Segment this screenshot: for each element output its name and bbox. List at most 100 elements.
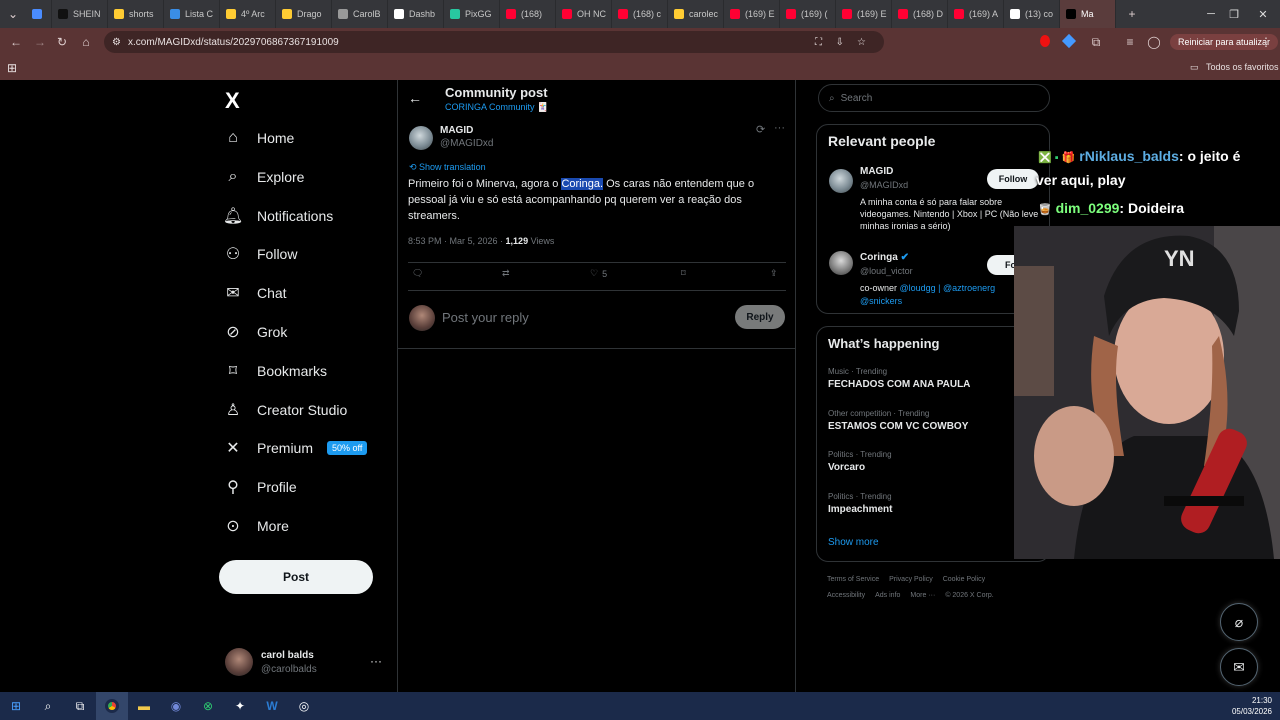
author-avatar[interactable] (409, 126, 433, 150)
reply-action[interactable]: 🗨 (412, 268, 423, 279)
person-handle[interactable]: @loud_victor (860, 266, 913, 276)
nav-item-creator-studio[interactable]: ♙ Creator Studio (223, 395, 347, 425)
browser-tab[interactable]: SHEIN (52, 0, 108, 28)
author-name[interactable]: MAGID (440, 125, 473, 136)
browser-tab[interactable]: shorts (108, 0, 164, 28)
install-icon[interactable]: ⇩ (836, 37, 844, 48)
trend-item[interactable]: Other competition · Trending ESTAMOS COM … (828, 409, 968, 432)
show-translation-link[interactable]: ⟲ Show translation (409, 162, 486, 173)
system-clock[interactable]: 21:30 05/03/2026 (1232, 695, 1272, 717)
nav-item-more[interactable]: ⊙ More (223, 511, 289, 541)
show-more-link[interactable]: Show more (828, 537, 879, 548)
footer-link[interactable]: Accessibility (827, 592, 865, 599)
windows-start-icon[interactable]: ⊞ (0, 692, 32, 720)
footer-link[interactable]: Terms of Service (827, 576, 879, 583)
browser-tab[interactable]: CarolB (332, 0, 388, 28)
browser-tab[interactable]: Drago (276, 0, 332, 28)
profile-icon[interactable]: ◯ (1142, 30, 1166, 54)
account-avatar[interactable] (225, 648, 253, 676)
menu-kebab-icon[interactable]: ⋮ (1254, 30, 1278, 54)
browser-tab[interactable]: (168) (500, 0, 556, 28)
like-action[interactable]: ♡ 5 (590, 268, 607, 279)
follow-button[interactable]: Follow (987, 169, 1039, 189)
post-more-icon[interactable]: ··· (774, 122, 785, 134)
nav-item-bookmarks[interactable]: ⌑ Bookmarks (223, 356, 327, 386)
xbox-icon[interactable]: ⊗ (192, 692, 224, 720)
media-icon[interactable]: ≡ (1118, 30, 1142, 54)
translate-icon[interactable]: ⛶ (815, 37, 822, 48)
search-icon[interactable]: ⌕ (32, 692, 64, 720)
nav-item-explore[interactable]: ⌕ Explore (223, 162, 305, 192)
app-icon[interactable]: ✦ (224, 692, 256, 720)
footer-link[interactable]: Ads info (875, 592, 900, 599)
post-timestamp[interactable]: 8:53 PM · Mar 5, 2026 · (408, 236, 506, 246)
person-avatar[interactable] (829, 251, 853, 275)
person-handle[interactable]: @MAGIDxd (860, 180, 908, 190)
browser-tab[interactable]: PixGG (444, 0, 500, 28)
reload-button[interactable]: ↻ (50, 30, 74, 54)
browser-tab[interactable]: (168) D (892, 0, 948, 28)
forward-button[interactable]: → (28, 30, 52, 54)
reply-button[interactable]: Reply (735, 305, 785, 329)
word-icon[interactable]: W (256, 692, 288, 720)
extensions-puzzle-icon[interactable]: ⧉ (1084, 30, 1108, 54)
browser-tab[interactable]: (168) c (612, 0, 668, 28)
back-arrow-icon[interactable]: ← (408, 90, 422, 106)
post-button[interactable]: Post (219, 560, 373, 594)
browser-tab[interactable]: 4º Arc (220, 0, 276, 28)
browser-tab[interactable]: Lista C (164, 0, 220, 28)
browser-tab[interactable]: (169) E (724, 0, 780, 28)
bookmark-action[interactable]: ⌑ (681, 268, 686, 279)
messages-floating-button[interactable]: ✉ (1220, 648, 1258, 686)
footer-link[interactable]: Privacy Policy (889, 576, 933, 583)
search-input[interactable]: ⌕ Search (818, 84, 1050, 112)
nav-item-premium[interactable]: ✕ Premium 50% off (223, 433, 368, 463)
person-name[interactable]: MAGID (860, 166, 893, 177)
browser-tab[interactable]: Dashb (388, 0, 444, 28)
apps-grid-icon[interactable]: ⊞ (7, 61, 17, 75)
share-action[interactable]: ⇪ (770, 268, 778, 279)
star-icon[interactable]: ☆ (857, 37, 866, 48)
trend-item[interactable]: Politics · Trending Vorcaro (828, 450, 892, 473)
task-view-icon[interactable]: ⧉ (64, 692, 96, 720)
discord-icon[interactable]: ◉ (160, 692, 192, 720)
extension-icon[interactable] (1040, 35, 1050, 47)
file-explorer-icon[interactable]: ▬ (128, 692, 160, 720)
bio-link[interactable]: @snickers (860, 296, 902, 306)
browser-tab[interactable] (26, 0, 52, 28)
repost-action[interactable]: ⇄ (502, 268, 510, 279)
reply-input[interactable]: Post your reply (442, 310, 529, 325)
browser-tab[interactable]: Ma (1060, 0, 1116, 28)
obs-icon[interactable]: ◎ (288, 692, 320, 720)
browser-tab[interactable]: (169) ( (780, 0, 836, 28)
browser-tab[interactable]: (169) A (948, 0, 1004, 28)
extension-icon[interactable] (1061, 33, 1077, 49)
browser-tab[interactable]: OH NC (556, 0, 612, 28)
home-icon[interactable]: ⌂ (74, 30, 98, 54)
grok-icon[interactable]: ⟳ (756, 123, 765, 136)
community-link[interactable]: CORINGA Community 🃏 (445, 102, 548, 113)
person-avatar[interactable] (829, 169, 853, 193)
nav-item-chat[interactable]: ✉ Chat (223, 278, 286, 308)
browser-tab[interactable]: (169) E (836, 0, 892, 28)
trend-item[interactable]: Politics · Trending Impeachment (828, 492, 892, 515)
nav-item-profile[interactable]: ⚲ Profile (223, 472, 297, 502)
tab-search-chevron-icon[interactable]: ⌄ (0, 2, 26, 26)
trend-item[interactable]: Music · Trending FECHADOS COM ANA PAULA (828, 367, 970, 390)
footer-link[interactable]: More ··· (910, 592, 935, 599)
author-handle[interactable]: @MAGIDxd (440, 138, 494, 149)
nav-item-home[interactable]: ⌂ Home (223, 123, 294, 153)
browser-tab[interactable]: carolec (668, 0, 724, 28)
chrome-icon[interactable] (96, 692, 128, 720)
nav-item-follow[interactable]: ⚇ Follow (223, 239, 298, 269)
site-info-icon[interactable]: ⚙ (112, 37, 121, 48)
address-bar[interactable]: ⚙ x.com/MAGIDxd/status/20297068673671910… (104, 31, 884, 53)
new-tab-button[interactable]: + (1120, 2, 1144, 26)
close-window-button[interactable]: ✕ (1240, 0, 1280, 28)
person-name[interactable]: Coringa ✔ (860, 252, 909, 263)
browser-tab[interactable]: (13) co (1004, 0, 1060, 28)
bio-links[interactable]: @loudgg | @aztroenerg (900, 283, 996, 293)
x-logo[interactable]: X (225, 88, 240, 114)
footer-link[interactable]: © 2026 X Corp. (945, 592, 993, 599)
back-button[interactable]: ← (4, 30, 28, 54)
